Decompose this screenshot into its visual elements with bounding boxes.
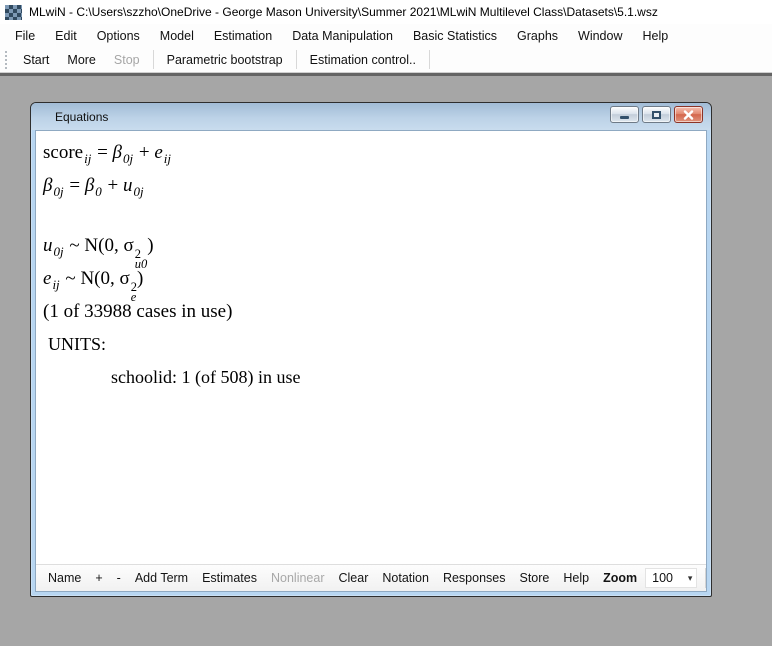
equation-segment: = <box>65 175 85 196</box>
menu-item-graphs[interactable]: Graphs <box>507 26 568 46</box>
equations-content[interactable]: scoreij = β0j + eijβ0j = β0 + u0ju0j ~ N… <box>36 131 706 564</box>
equation-line[interactable]: u0j ~ N(0, σ2u0) <box>43 229 706 262</box>
equation-segment: schoolid: 1 (of 508) in use <box>111 367 300 387</box>
menu-item-window[interactable]: Window <box>568 26 632 46</box>
equation-line[interactable]: (1 of 33988 cases in use) <box>43 295 706 328</box>
eq-toolbar-end-separator <box>705 568 706 588</box>
app-title: MLwiN - C:\Users\szzho\OneDrive - George… <box>29 5 658 19</box>
close-icon <box>683 110 694 120</box>
zoom-level-combo[interactable]: 100▾ <box>645 568 697 588</box>
equations-window-title: Equations <box>31 110 108 124</box>
eq-toolbar-button-zoom[interactable]: Zoom <box>596 571 644 585</box>
equation-segment: e <box>43 268 51 289</box>
equation-segment: 0 <box>95 184 102 199</box>
toolbar-separator <box>296 50 297 69</box>
equations-window: Equations scoreij = β0j + eijβ0j = β0 + … <box>30 102 712 597</box>
equation-segment: 0j <box>54 244 64 259</box>
eq-toolbar-button-add-term[interactable]: Add Term <box>128 571 195 585</box>
equation-segment: β <box>113 142 122 163</box>
eq-toolbar-button-item[interactable]: + <box>88 571 109 585</box>
equation-segment: u <box>43 235 53 256</box>
menu-item-basic-statistics[interactable]: Basic Statistics <box>403 26 507 46</box>
menu-item-estimation[interactable]: Estimation <box>204 26 282 46</box>
equation-segment: (1 of 33988 cases in use) <box>43 301 232 322</box>
menu-item-options[interactable]: Options <box>87 26 150 46</box>
equation-segment: ij <box>52 277 59 292</box>
eq-toolbar-button-name[interactable]: Name <box>41 571 88 585</box>
equation-segment: β <box>43 175 52 196</box>
toolbar-button-more[interactable]: More <box>58 50 104 70</box>
equations-bottom-toolbar: Name+-Add TermEstimatesNonlinearClearNot… <box>36 564 706 591</box>
eq-toolbar-button-responses[interactable]: Responses <box>436 571 513 585</box>
equation-segment: ij <box>164 151 171 166</box>
equation-segment: u <box>123 175 133 196</box>
eq-toolbar-button-notation[interactable]: Notation <box>375 571 436 585</box>
maximize-icon <box>652 111 661 119</box>
eq-toolbar-button-item[interactable]: - <box>110 571 128 585</box>
maximize-button[interactable] <box>642 106 671 123</box>
equation-line[interactable]: eij ~ N(0, σ2e) <box>43 262 706 295</box>
toolbar-button-parametric-bootstrap[interactable]: Parametric bootstrap <box>158 50 292 70</box>
equation-line[interactable]: β0j = β0 + u0j <box>43 169 706 202</box>
eq-toolbar-button-help[interactable]: Help <box>556 571 596 585</box>
equation-segment: 0j <box>123 151 133 166</box>
menu-item-file[interactable]: File <box>5 26 45 46</box>
toolbar-separator <box>429 50 430 69</box>
eq-toolbar-button-nonlinear[interactable]: Nonlinear <box>264 571 332 585</box>
equation-line[interactable]: UNITS: <box>43 328 706 361</box>
app-titlebar: MLwiN - C:\Users\szzho\OneDrive - George… <box>0 0 772 24</box>
equation-segment: 0j <box>134 184 144 199</box>
eq-toolbar-button-clear[interactable]: Clear <box>332 571 376 585</box>
equation-segment: e <box>154 142 162 163</box>
menu-bar: FileEditOptionsModelEstimationData Manip… <box>0 24 772 47</box>
equation-segment: ~ N(0, σ <box>61 268 130 289</box>
mlwin-app-icon[interactable] <box>5 5 22 20</box>
equation-line[interactable]: scoreij = β0j + eij <box>43 136 706 169</box>
toolbar-grip-icon[interactable] <box>5 51 8 69</box>
minimize-button[interactable] <box>610 106 639 123</box>
minimize-icon <box>620 116 629 119</box>
equation-segment: 0j <box>53 184 63 199</box>
chevron-down-icon: ▾ <box>688 574 693 583</box>
estimation-toolbar: StartMoreStop Parametric bootstrap Estimat… <box>0 47 772 73</box>
toolbar-button-estimation-control[interactable]: Estimation control.. <box>301 50 425 70</box>
equation-segment: = <box>92 142 112 163</box>
equations-body: scoreij = β0j + eijβ0j = β0 + u0ju0j ~ N… <box>35 130 707 592</box>
menu-item-model[interactable]: Model <box>150 26 204 46</box>
menu-item-data-manipulation[interactable]: Data Manipulation <box>282 26 403 46</box>
equation-segment: ) <box>137 268 143 289</box>
menu-item-edit[interactable]: Edit <box>45 26 87 46</box>
equations-titlebar[interactable]: Equations <box>31 103 711 130</box>
equation-segment: score <box>43 142 83 163</box>
toolbar-button-start[interactable]: Start <box>14 50 58 70</box>
toolbar-button-stop[interactable]: Stop <box>105 50 149 70</box>
equation-segment: ~ N(0, σ <box>65 235 134 256</box>
close-button[interactable] <box>674 106 703 123</box>
equation-segment: ij <box>84 151 91 166</box>
zoom-level-value: 100 <box>652 571 688 585</box>
equation-line[interactable]: schoolid: 1 (of 508) in use <box>43 361 706 394</box>
menu-item-help[interactable]: Help <box>633 26 679 46</box>
toolbar-separator <box>153 50 154 69</box>
equation-segment: UNITS: <box>48 334 106 354</box>
equation-segment: + <box>134 142 154 163</box>
eq-toolbar-button-estimates[interactable]: Estimates <box>195 571 264 585</box>
eq-toolbar-button-store[interactable]: Store <box>512 571 556 585</box>
equation-segment: β <box>85 175 94 196</box>
equation-segment: ) <box>147 235 153 256</box>
mdi-client-area: Equations scoreij = β0j + eijβ0j = β0 + … <box>0 73 772 646</box>
equation-segment: + <box>103 175 123 196</box>
equation-spacer <box>43 202 706 229</box>
window-controls <box>610 106 703 123</box>
